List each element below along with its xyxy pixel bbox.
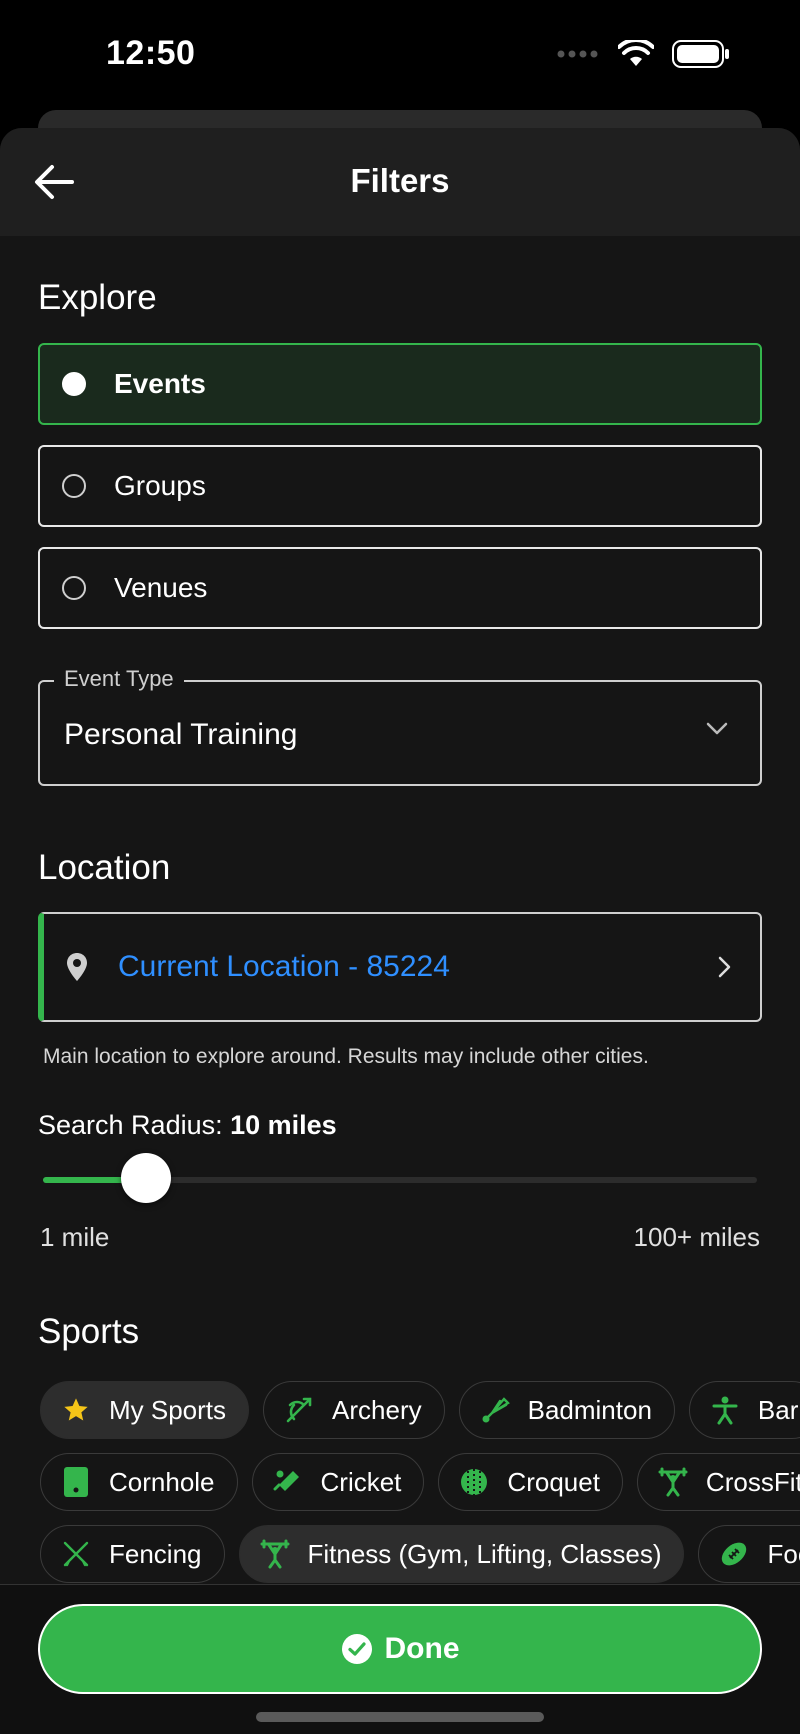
wifi-icon — [618, 40, 654, 66]
filters-sheet: Filters Explore Events Groups Venues Eve… — [0, 128, 800, 1734]
sports-chip-row: Fencing Fitness (Gym, Lifting, Classes) … — [40, 1525, 800, 1583]
sport-chip-football[interactable]: Foot — [698, 1525, 800, 1583]
football-icon — [719, 1539, 749, 1569]
signal-icon — [557, 50, 598, 58]
sport-chip-label: CrossFit — [705, 1466, 800, 1497]
sport-chip-label: Bar — [757, 1394, 799, 1425]
page-title: Filters — [350, 162, 450, 199]
sport-chip-croquet[interactable]: Croquet — [438, 1453, 623, 1511]
sport-chip-label: Cricket — [320, 1466, 402, 1497]
weightlifter-icon — [260, 1539, 290, 1569]
event-type-label: Event Type — [54, 666, 184, 692]
explore-option-label: Venues — [114, 572, 208, 603]
sport-chip-label: Cornhole — [109, 1466, 215, 1497]
weightlifter-icon — [658, 1467, 688, 1497]
bottom-divider — [0, 1584, 800, 1585]
croquet-ball-icon — [459, 1467, 489, 1497]
sports-chip-row: My Sports Archery Badminton Bar — [40, 1381, 800, 1439]
event-type-value: Personal Training — [64, 718, 298, 751]
shuttlecock-icon — [480, 1395, 510, 1425]
explore-option-label: Events — [114, 368, 206, 399]
home-indicator — [256, 1712, 544, 1722]
sports-title: Sports — [38, 1312, 140, 1351]
sport-chip-badminton[interactable]: Badminton — [458, 1381, 675, 1439]
archery-icon — [284, 1395, 314, 1425]
sport-chip-label: Croquet — [507, 1466, 600, 1497]
event-type-select[interactable]: Event Type Personal Training — [38, 666, 762, 786]
radius-slider[interactable] — [43, 1153, 757, 1203]
explore-title: Explore — [38, 278, 157, 317]
radius-max-label: 100+ miles — [633, 1222, 760, 1252]
sport-chip-fencing[interactable]: Fencing — [40, 1525, 225, 1583]
nav-header: Filters — [0, 128, 800, 236]
radio-unselected-icon — [62, 474, 86, 498]
search-radius-title: Search Radius: — [38, 1110, 223, 1140]
status-bar: 12:50 — [0, 0, 800, 110]
search-radius-value: 10 miles — [230, 1110, 337, 1140]
fencing-icon — [61, 1539, 91, 1569]
radio-unselected-icon — [62, 576, 86, 600]
sport-chip-barre[interactable]: Bar — [688, 1381, 800, 1439]
chevron-down-icon — [706, 722, 728, 735]
status-time: 12:50 — [106, 34, 196, 72]
sports-chip-row: Cornhole Cricket Croquet CrossFit — [40, 1453, 800, 1511]
sport-chip-label: Badminton — [527, 1394, 652, 1425]
location-value: Current Location - 85224 — [118, 950, 450, 983]
check-circle-icon — [341, 1634, 372, 1664]
status-icons — [556, 40, 730, 68]
radius-slider-thumb[interactable] — [121, 1153, 171, 1203]
location-helper-text: Main location to explore around. Results… — [43, 1045, 649, 1068]
sport-chip-label: Foot — [767, 1538, 800, 1569]
explore-option-label: Groups — [114, 470, 206, 501]
star-icon — [61, 1395, 91, 1425]
sport-chip-label: Archery — [332, 1394, 422, 1425]
chevron-right-icon — [718, 956, 731, 978]
radio-selected-icon — [62, 372, 86, 396]
radius-min-label: 1 mile — [40, 1222, 110, 1252]
done-label: Done — [384, 1632, 460, 1665]
cricket-icon — [273, 1467, 303, 1497]
sport-chip-archery[interactable]: Archery — [263, 1381, 445, 1439]
sport-chip-cricket[interactable]: Cricket — [251, 1453, 425, 1511]
explore-option-venues[interactable]: Venues — [38, 547, 762, 629]
explore-option-events[interactable]: Events — [38, 343, 762, 425]
explore-option-groups[interactable]: Groups — [38, 445, 762, 527]
done-button[interactable]: Done — [38, 1604, 762, 1694]
sport-chip-cornhole[interactable]: Cornhole — [40, 1453, 238, 1511]
location-pin-icon — [67, 953, 87, 981]
sport-chip-label: My Sports — [109, 1394, 227, 1425]
person-icon — [710, 1395, 740, 1425]
cornhole-board-icon — [61, 1467, 91, 1497]
search-radius-label: Search Radius: 10 miles — [38, 1110, 337, 1141]
battery-icon — [672, 40, 729, 68]
location-selector[interactable]: Current Location - 85224 — [38, 912, 762, 1022]
sport-chip-crossfit[interactable]: CrossFit — [636, 1453, 800, 1511]
sport-chip-label: Fitness (Gym, Lifting, Classes) — [307, 1538, 662, 1569]
sport-chip-my-sports[interactable]: My Sports — [40, 1381, 250, 1439]
location-title: Location — [38, 848, 171, 887]
sport-chip-label: Fencing — [109, 1538, 202, 1569]
sport-chip-fitness[interactable]: Fitness (Gym, Lifting, Classes) — [238, 1525, 685, 1583]
